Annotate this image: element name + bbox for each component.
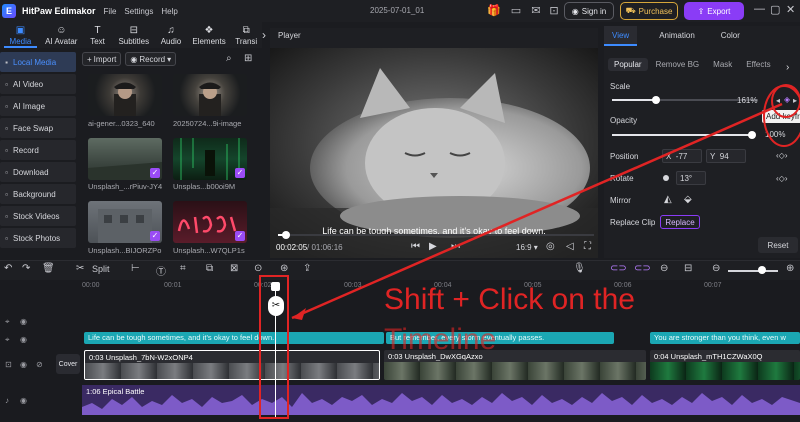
- annotation-text-line1: Shift + Click on the: [384, 283, 635, 316]
- annotation-arrowhead: [292, 308, 306, 320]
- annotation-circle-keyframe: [771, 84, 800, 118]
- annotation-text-line2: Timeline: [384, 323, 497, 356]
- annotation-playhead-box: [259, 275, 289, 419]
- annotation-overlay: [259, 84, 800, 419]
